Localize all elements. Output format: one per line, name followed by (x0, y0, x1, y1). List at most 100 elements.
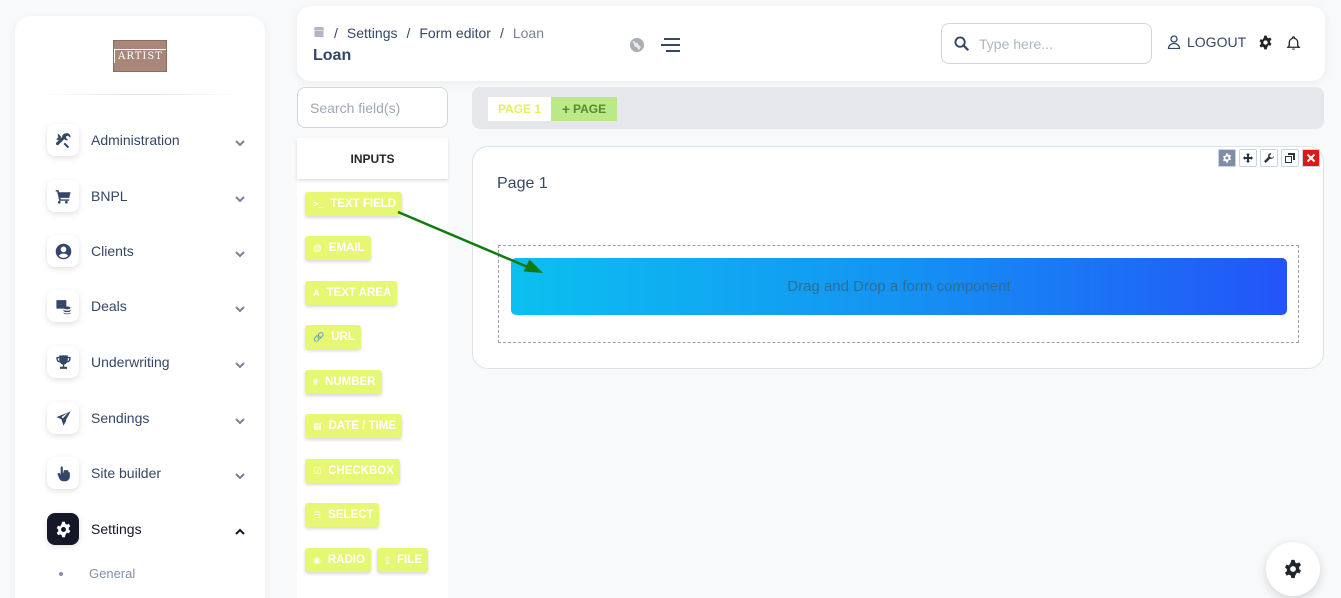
gear-icon (1285, 559, 1301, 579)
radio-icon: ◉ (313, 554, 321, 565)
sidebar-item-settings[interactable]: Settings (47, 512, 247, 546)
move-arrows-icon (1243, 153, 1253, 163)
breadcrumb: / Settings / Form editor / Loan (313, 25, 544, 41)
drop-zone-placeholder: Drag and Drop a form component (511, 258, 1287, 315)
text-area-component[interactable]: A TEXT AREA (305, 281, 398, 305)
hand-pointer-icon (47, 457, 79, 489)
number-component[interactable]: # NUMBER (305, 370, 382, 394)
checkbox-icon: ☑ (313, 465, 322, 476)
sidebar-item-bnpl[interactable]: BNPL (47, 179, 247, 213)
sidebar-divider (35, 94, 245, 95)
page-delete-button[interactable] (1302, 149, 1320, 167)
top-navbar: / Settings / Form editor / Loan Loan LOG… (297, 6, 1325, 81)
search-input[interactable] (979, 35, 1139, 52)
component-label: DATE / TIME (328, 420, 397, 432)
at-icon: @ (313, 243, 322, 253)
sidebar-subitem-label: General (89, 566, 136, 581)
wrench-icon (1264, 153, 1274, 163)
paper-plane-icon (47, 402, 79, 434)
sidebar-item-label: BNPL (91, 188, 128, 204)
page-toolbar (1218, 149, 1320, 167)
breadcrumb-current: Loan (512, 25, 544, 41)
component-label: FILE (396, 554, 422, 566)
sidebar-item-label: Clients (91, 243, 134, 259)
sidebar-item-label: Site builder (91, 465, 162, 481)
chevron-down-icon (235, 135, 245, 147)
copy-icon (1285, 153, 1295, 163)
logout-label: LOGOUT (1187, 34, 1247, 50)
hamburger-menu-icon[interactable] (661, 38, 680, 52)
file-icon: ▯ (385, 554, 390, 565)
component-label: URL (331, 331, 355, 343)
chevron-down-icon (235, 246, 245, 258)
gear-icon (1223, 153, 1231, 163)
chevron-down-icon (235, 357, 245, 369)
sidebar-item-label: Sendings (91, 410, 150, 426)
form-page-card: Page 1 Drag and Drop a form component (472, 146, 1324, 369)
search-icon (954, 36, 969, 51)
link-icon: 🔗 (313, 331, 325, 342)
component-label: SELECT (328, 509, 374, 521)
breadcrumb-item[interactable]: Settings (347, 25, 398, 41)
globe-icon[interactable] (629, 37, 645, 53)
gear-icon[interactable] (1258, 35, 1273, 50)
url-component[interactable]: 🔗 URL (305, 325, 361, 349)
bullet-icon (59, 571, 63, 576)
radio-component[interactable]: ◉ RADIO (305, 548, 371, 572)
page-copy-button[interactable] (1281, 149, 1299, 167)
sidebar-item-label: Settings (91, 521, 142, 537)
bell-icon[interactable] (1286, 35, 1301, 51)
page-move-button[interactable] (1239, 149, 1257, 167)
component-label: TEXT FIELD (330, 198, 397, 210)
brand-logo[interactable]: ARTIST (113, 40, 167, 72)
sidebar-item-underwriting[interactable]: Underwriting (47, 345, 247, 379)
home-icon[interactable] (313, 25, 325, 41)
sidebar-item-clients[interactable]: Clients (47, 234, 247, 268)
file-component[interactable]: ▯ FILE (377, 548, 428, 572)
component-label: TEXT AREA (326, 287, 392, 299)
sidebar-item-label: Administration (91, 132, 180, 148)
add-page-button[interactable]: + PAGE (551, 97, 617, 121)
email-component[interactable]: @ EMAIL (305, 236, 371, 260)
logout-button[interactable]: LOGOUT (1167, 34, 1246, 50)
sidebar-item-administration[interactable]: Administration (47, 123, 247, 157)
close-icon (1306, 153, 1316, 163)
page-edit-button[interactable] (1260, 149, 1278, 167)
page-settings-button[interactable] (1218, 149, 1236, 167)
breadcrumb-separator: / (499, 25, 504, 41)
user-icon (1167, 35, 1181, 49)
component-label: CHECKBOX (328, 465, 394, 477)
breadcrumb-separator: / (406, 25, 411, 41)
chevron-down-icon (235, 468, 245, 480)
page-title-label: Page 1 (497, 175, 548, 192)
deals-icon (47, 290, 79, 322)
field-search-input[interactable] (297, 87, 448, 128)
sidebar-item-site-builder[interactable]: Site builder (47, 456, 247, 490)
text-field-component[interactable]: >_ TEXT FIELD (305, 192, 403, 216)
checkbox-component[interactable]: ☑ CHECKBOX (305, 459, 400, 483)
component-label: RADIO (327, 554, 365, 566)
trophy-icon (47, 346, 79, 378)
page-tabs-bar: PAGE 1 + PAGE (472, 87, 1324, 129)
font-icon: A (313, 288, 320, 298)
tab-page-1[interactable]: PAGE 1 (488, 97, 551, 121)
tab-inputs[interactable]: INPUTS (297, 138, 448, 179)
breadcrumb-item[interactable]: Form editor (419, 25, 491, 41)
terminal-icon: >_ (313, 199, 324, 209)
floating-settings-button[interactable] (1266, 542, 1320, 596)
select-component[interactable]: ☰ SELECT (305, 503, 380, 527)
chevron-up-icon (235, 524, 245, 535)
logo-text: ARTIST (114, 49, 166, 63)
sidebar-item-deals[interactable]: Deals (47, 289, 247, 323)
drop-zone[interactable]: Drag and Drop a form component (498, 245, 1299, 343)
fields-panel: INPUTS >_ TEXT FIELD @ EMAIL A TEXT AREA… (297, 138, 448, 598)
component-label: NUMBER (325, 376, 376, 388)
calendar-icon: ▦ (313, 420, 322, 431)
chevron-down-icon (235, 191, 245, 203)
date-time-component[interactable]: ▦ DATE / TIME (305, 414, 403, 438)
user-circle-icon (47, 235, 79, 267)
sidebar-subitem-general[interactable]: General (59, 566, 135, 581)
tools-icon (47, 124, 79, 156)
sidebar-item-sendings[interactable]: Sendings (47, 401, 247, 435)
sidebar: ARTIST Administration BNPL Clients Deals (15, 16, 265, 598)
